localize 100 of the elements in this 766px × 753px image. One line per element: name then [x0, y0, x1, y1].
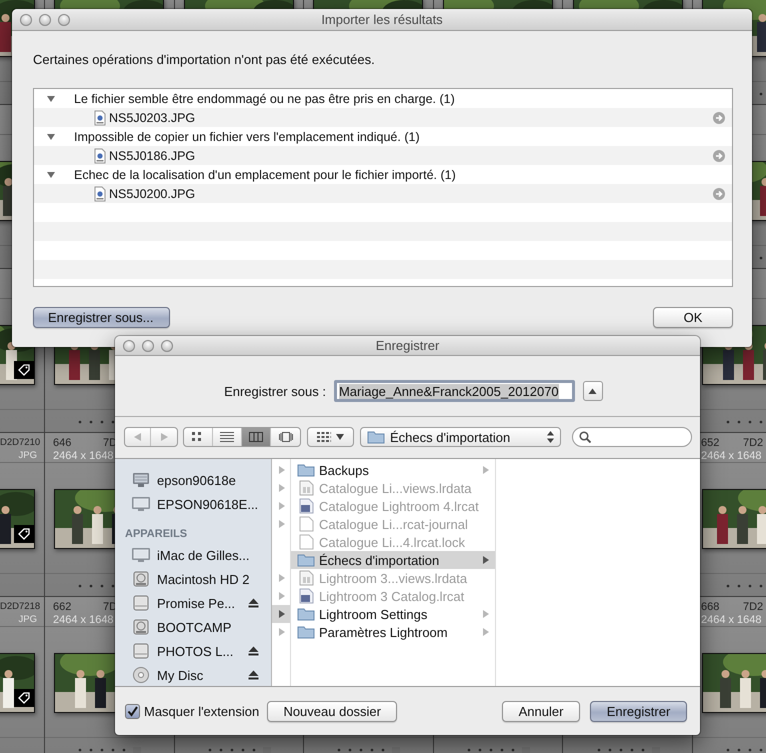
- sidebar-item[interactable]: PHOTOS L...: [115, 639, 271, 663]
- sidebar-item[interactable]: Macintosh HD 2: [115, 567, 271, 591]
- file-type: JPG: [18, 614, 37, 624]
- file-row[interactable]: Échecs d'importation: [291, 551, 495, 569]
- group-label: Echec de la localisation d'un emplacement pour le fichier importé. (1): [74, 168, 456, 182]
- sidebar-item[interactable]: epson90618e: [115, 468, 271, 492]
- file-name: NS5J0186.JPG: [109, 148, 196, 162]
- folder-icon: [297, 625, 315, 639]
- image-dimensions: 2464 x 1648: [700, 450, 762, 462]
- file-name: D2D7218: [0, 601, 40, 612]
- document-icon: [93, 186, 107, 202]
- ok-button[interactable]: OK: [653, 307, 733, 328]
- hide-extension-checkbox[interactable]: Masquer l'extension: [125, 704, 260, 718]
- disclosure-triangle-icon[interactable]: [46, 132, 56, 142]
- image-dimensions: 2464 x 1648: [53, 450, 114, 462]
- window-title: Enregistrer: [374, 338, 440, 353]
- arrow-circle-icon[interactable]: [713, 112, 725, 124]
- rating-dots: [336, 746, 400, 752]
- eject-icon[interactable]: [248, 598, 259, 608]
- right-triangle-icon: [160, 432, 168, 442]
- eject-icon[interactable]: [248, 646, 259, 656]
- monitor-icon: [131, 547, 151, 563]
- arrow-circle-icon[interactable]: [713, 188, 725, 200]
- save-as-button[interactable]: Enregistrer sous...: [33, 307, 170, 328]
- checkmark-icon: [127, 706, 138, 716]
- sidebar-item[interactable]: Promise Pe...: [115, 591, 271, 615]
- file-name: D2D7210: [0, 437, 40, 448]
- minimize-button[interactable]: [39, 14, 51, 26]
- eject-icon[interactable]: [248, 670, 259, 680]
- sidebar-item[interactable]: EPSON90618E...: [115, 492, 271, 516]
- zoom-button[interactable]: [58, 14, 70, 26]
- group-label: Impossible de copier un fichier vers l'emplacement indiqué. (1): [74, 130, 420, 144]
- zoom-button[interactable]: [161, 340, 173, 352]
- package-icon: [297, 570, 315, 586]
- monitor-icon: [131, 472, 151, 488]
- photo-number: 646: [53, 437, 72, 449]
- document-icon: [93, 110, 107, 126]
- new-folder-button[interactable]: Nouveau dossier: [267, 700, 398, 722]
- triangle-icon: [588, 388, 598, 394]
- location-popup[interactable]: Échecs d'importation: [360, 427, 561, 447]
- disc-icon: [131, 667, 151, 683]
- list-icon: [220, 431, 234, 443]
- file-name: 7D2: [742, 437, 764, 449]
- rating-dots: [206, 746, 271, 752]
- search-field[interactable]: [572, 427, 692, 447]
- folder-icon: [297, 553, 315, 567]
- photo-number: 652: [700, 437, 720, 449]
- close-button[interactable]: [123, 340, 135, 352]
- disclosure-triangle-icon[interactable]: [46, 170, 56, 180]
- grid-icon: [317, 432, 331, 442]
- sidebar-item[interactable]: iMac de Gilles...: [115, 543, 271, 567]
- cover-flow-icon: [278, 431, 292, 443]
- minimize-button[interactable]: [142, 340, 154, 352]
- file-row[interactable]: Paramètres Lightroom: [291, 623, 495, 641]
- updown-arrows-icon: [547, 431, 554, 443]
- file-row[interactable]: Backups: [291, 461, 495, 479]
- group-label: Le fichier semble être endommagé ou ne pas être pris en charge. (1): [74, 92, 455, 106]
- left-triangle-icon: [133, 432, 142, 442]
- document-icon: [93, 148, 107, 164]
- window-title: Importer les résultats: [320, 12, 444, 27]
- file-type: JPG: [18, 450, 37, 460]
- file-name: 7D2: [742, 601, 764, 613]
- sidebar-item[interactable]: My Disc: [115, 663, 271, 687]
- photo-number: 668: [700, 601, 720, 613]
- monitor-icon: [131, 496, 151, 512]
- file-row[interactable]: Lightroom Settings: [291, 605, 495, 623]
- drive-icon: [131, 643, 151, 659]
- file-name: NS5J0200.JPG: [109, 186, 196, 200]
- search-icon: [579, 431, 591, 443]
- rating-dots: [466, 746, 530, 752]
- package-icon: [297, 480, 315, 496]
- save-as-label: Enregistrer sous :: [224, 384, 326, 398]
- collapse-button[interactable]: [582, 381, 603, 401]
- file-name: NS5J0203.JPG: [109, 110, 196, 124]
- image-dimensions: 2464 x 1648: [53, 614, 114, 626]
- caret-icon: [336, 434, 344, 440]
- folder-icon: [367, 430, 385, 444]
- close-button[interactable]: [20, 14, 32, 26]
- arrow-circle-icon[interactable]: [713, 150, 725, 162]
- column-row[interactable]: [272, 605, 290, 623]
- arrange-button[interactable]: [307, 427, 354, 447]
- cancel-button[interactable]: Annuler: [502, 700, 580, 722]
- document-icon: [297, 516, 315, 532]
- rating-dots: [596, 746, 660, 752]
- folder-icon: [297, 607, 315, 621]
- catalog-icon: [297, 498, 315, 514]
- section-heading: APPAREILS: [125, 528, 188, 540]
- image-dimensions: 2464 x 1648: [700, 614, 762, 626]
- file-name-field[interactable]: Mariage_Anne&Franck2005_2012070: [334, 380, 575, 402]
- message-text: Certaines opérations d'importation n'ont pas été exécutées.: [33, 52, 376, 68]
- disclosure-triangle-icon[interactable]: [46, 94, 56, 104]
- save-button[interactable]: Enregistrer: [590, 700, 687, 722]
- sidebar-item[interactable]: BOOTCAMP: [115, 615, 271, 639]
- columns-icon: [249, 431, 263, 443]
- folder-icon: [297, 463, 315, 477]
- rating-dots: [77, 746, 142, 752]
- drive-icon: [131, 595, 151, 611]
- catalog-icon: [297, 588, 315, 604]
- photo-number: 662: [53, 601, 72, 613]
- column-view-button[interactable]: [242, 428, 271, 446]
